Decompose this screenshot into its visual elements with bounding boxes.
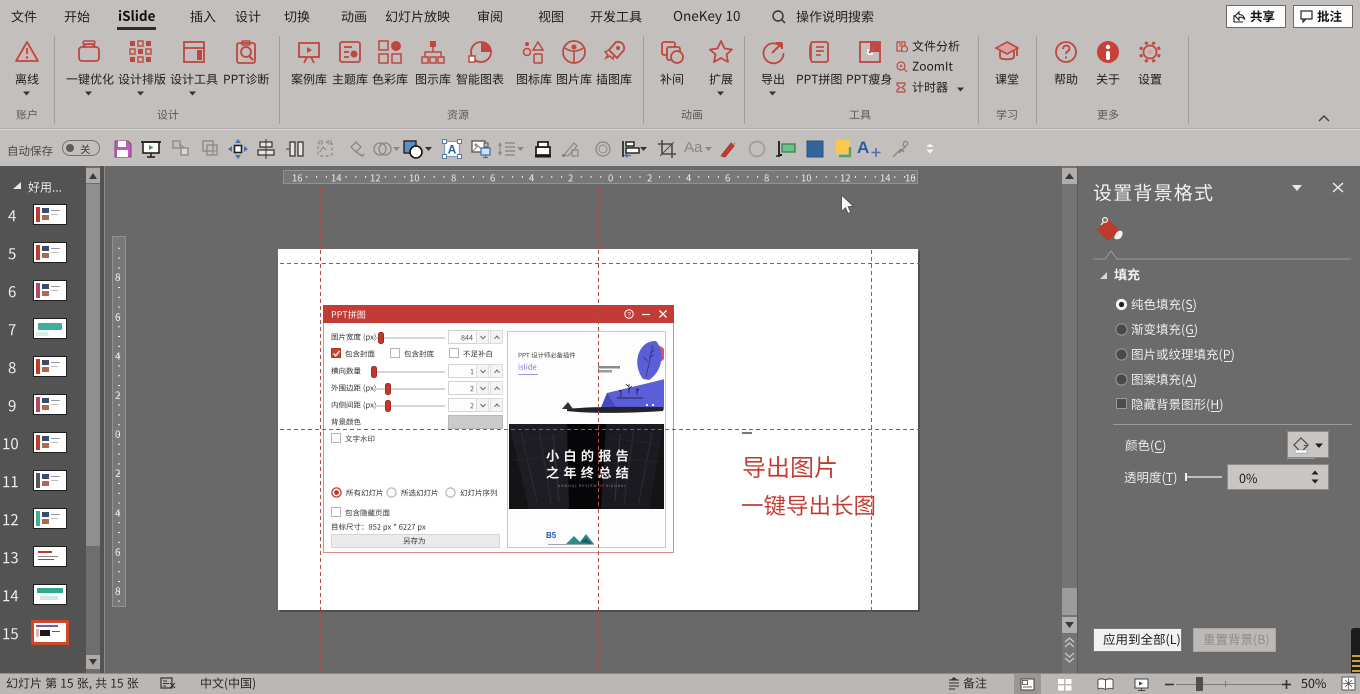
svg-text:A: A: [448, 143, 457, 157]
svg-text:?: ?: [627, 311, 631, 318]
svg-text:B5: B5: [546, 531, 557, 540]
